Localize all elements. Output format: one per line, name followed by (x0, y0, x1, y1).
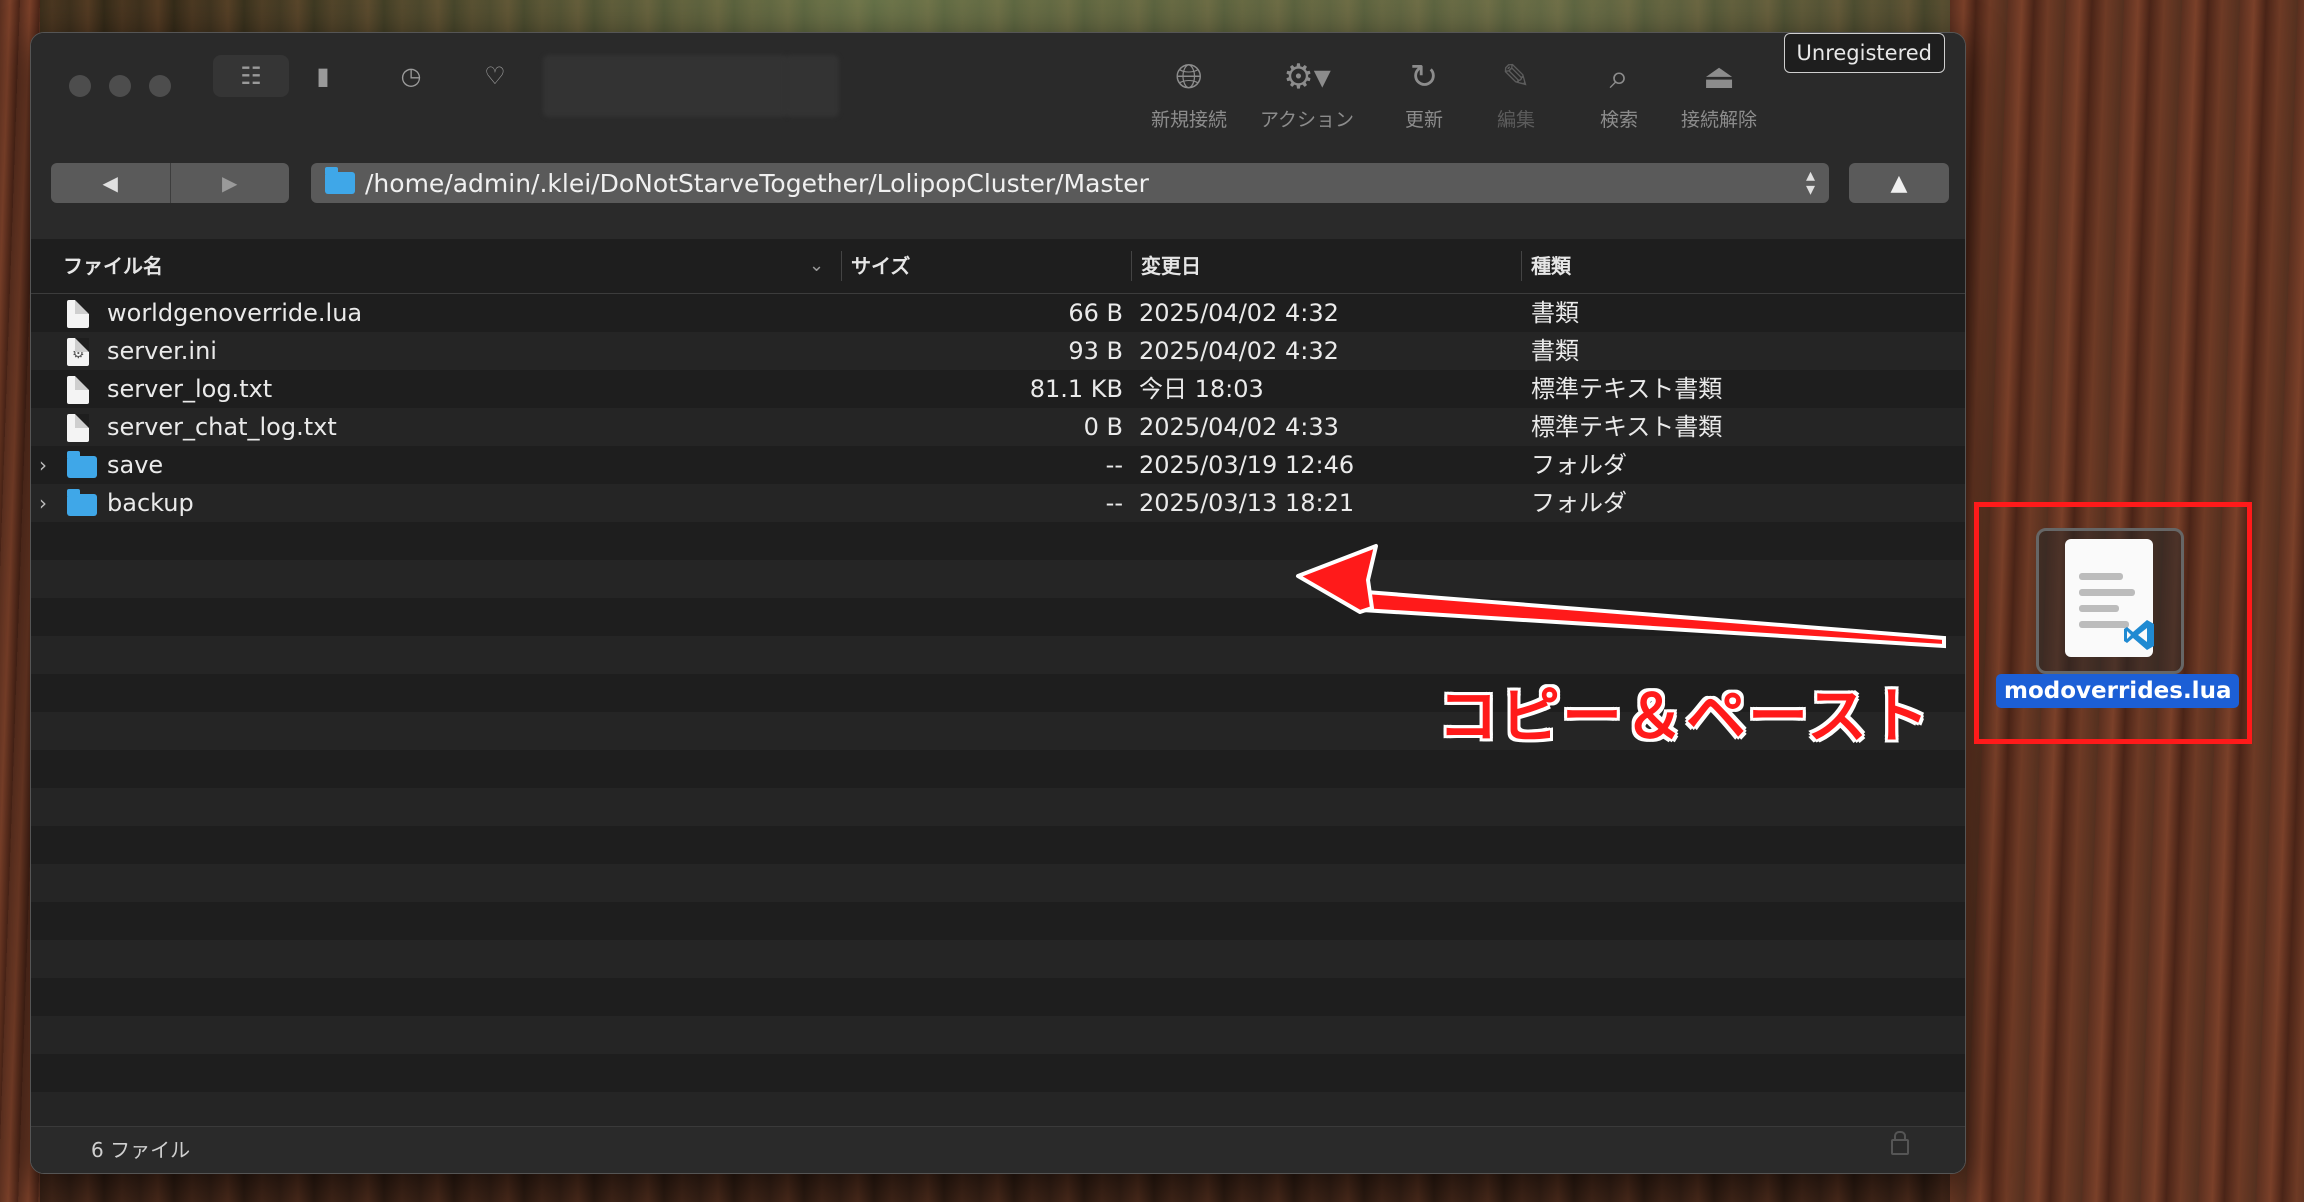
navigation-bar: ◀ ▶ /home/admin/.klei/DoNotStarveTogethe… (31, 143, 1965, 240)
file-kind: 書類 (1531, 337, 1579, 365)
back-button[interactable]: ◀ (51, 163, 170, 203)
config-file-icon: ⚙ (67, 338, 89, 366)
file-name: worldgenoverride.lua (107, 299, 363, 327)
folder-row-backup[interactable]: › backup -- 2025/03/13 18:21 フォルダ (31, 484, 1965, 522)
file-size: 93 B (1068, 337, 1123, 365)
current-path: /home/admin/.klei/DoNotStarveTogether/Lo… (365, 168, 1149, 198)
refresh-icon: ↻ (1409, 57, 1439, 97)
eject-icon: ⏏ (1702, 57, 1736, 97)
close-window-button[interactable] (69, 75, 91, 97)
edit-button[interactable]: ✎ 編集 (1466, 55, 1566, 132)
document-icon (67, 414, 89, 442)
forward-button[interactable]: ▶ (169, 163, 290, 203)
heart-icon: ♡ (484, 62, 506, 90)
file-kind: 書類 (1531, 299, 1579, 327)
lock-icon (1891, 1131, 1909, 1155)
clock-icon: ◷ (400, 62, 422, 90)
file-transfer-window: ☷ ▮ ◷ ♡ 🌐︎ 新規接続 ⚙︎▾ アクション ↻ 更新 ✎ 編集 ⌕ 検索… (30, 32, 1966, 1174)
file-name: server.ini (107, 337, 217, 365)
file-size: 81.1 KB (1029, 375, 1123, 403)
parent-folder-button[interactable]: ▲ (1849, 163, 1949, 203)
redacted-area (785, 55, 839, 117)
file-kind: 標準テキスト書類 (1531, 375, 1723, 403)
file-name: backup (107, 489, 194, 517)
file-size: -- (1105, 451, 1123, 479)
column-modified-header[interactable]: 変更日 (1141, 239, 1201, 293)
file-kind: フォルダ (1531, 489, 1627, 517)
search-button[interactable]: ⌕ 検索 (1569, 55, 1669, 132)
file-row-server-log[interactable]: server_log.txt 81.1 KB 今日 18:03 標準テキスト書類 (31, 370, 1965, 408)
file-name: save (107, 451, 164, 479)
unregistered-badge[interactable]: Unregistered (1783, 33, 1945, 73)
pencil-icon: ✎ (1501, 57, 1531, 97)
file-modified: 今日 18:03 (1139, 375, 1264, 403)
new-connection-button[interactable]: 🌐︎ 新規接続 (1139, 55, 1239, 132)
file-name: server_log.txt (107, 375, 273, 403)
file-row-server-chat-log[interactable]: server_chat_log.txt 0 B 2025/04/02 4:33 … (31, 408, 1965, 446)
folder-icon (67, 489, 97, 516)
column-divider[interactable] (841, 251, 842, 281)
column-name-header[interactable]: ファイル名 (63, 239, 163, 293)
gear-icon: ⚙︎▾ (1283, 57, 1331, 97)
file-name: server_chat_log.txt (107, 413, 337, 441)
document-icon (67, 376, 89, 404)
chevron-updown-icon: ▴ ▾ (1805, 165, 1815, 200)
document-icon (67, 300, 89, 328)
file-modified: 2025/03/19 12:46 (1139, 451, 1355, 479)
redacted-area (543, 55, 789, 117)
column-divider[interactable] (1521, 251, 1522, 281)
bonjour-button[interactable]: ♡ (473, 55, 517, 97)
sort-chevron-icon[interactable]: ⌄ (809, 239, 824, 293)
column-kind-header[interactable]: 種類 (1531, 239, 1571, 293)
file-size: 66 B (1068, 299, 1123, 327)
action-button[interactable]: ⚙︎▾ アクション (1257, 55, 1357, 132)
column-header: ファイル名 ⌄ サイズ 変更日 種類 (31, 239, 1965, 294)
search-icon: ⌕ (1609, 57, 1629, 97)
column-size-header[interactable]: サイズ (851, 239, 910, 293)
history-button[interactable]: ◷ (389, 55, 433, 97)
title-bar: ☷ ▮ ◷ ♡ 🌐︎ 新規接続 ⚙︎▾ アクション ↻ 更新 ✎ 編集 ⌕ 検索… (31, 33, 1965, 143)
file-list: worldgenoverride.lua 66 B 2025/04/02 4:3… (31, 294, 1965, 522)
file-kind: フォルダ (1531, 451, 1627, 479)
column-divider[interactable] (1131, 251, 1132, 281)
file-modified: 2025/04/02 4:32 (1139, 337, 1339, 365)
disclosure-chevron-icon[interactable]: › (39, 446, 47, 484)
folder-icon (325, 167, 355, 194)
globe-plus-icon: 🌐︎ (1175, 57, 1203, 97)
minimize-window-button[interactable] (109, 75, 131, 97)
file-modified: 2025/04/02 4:32 (1139, 299, 1339, 327)
refresh-button[interactable]: ↻ 更新 (1374, 55, 1474, 132)
file-size: -- (1105, 489, 1123, 517)
bookmark-icon: ▮ (316, 62, 330, 90)
up-arrow-icon: ▲ (1890, 170, 1908, 196)
file-modified: 2025/04/02 4:33 (1139, 413, 1339, 441)
file-kind: 標準テキスト書類 (1531, 413, 1723, 441)
zoom-window-button[interactable] (149, 75, 171, 97)
vscode-icon (2124, 620, 2154, 650)
bookmarks-button[interactable]: ▮ (301, 55, 345, 97)
disconnect-button[interactable]: ⏏ 接続解除 (1659, 55, 1779, 132)
annotation-label: コピー＆ペースト (1438, 682, 1931, 752)
file-row-worldgenoverride[interactable]: worldgenoverride.lua 66 B 2025/04/02 4:3… (31, 294, 1965, 332)
status-bar: 6 ファイル (31, 1126, 1965, 1173)
desktop-file-icon[interactable] (2036, 528, 2184, 674)
disclosure-chevron-icon[interactable]: › (39, 484, 47, 522)
path-popup[interactable]: /home/admin/.klei/DoNotStarveTogether/Lo… (311, 163, 1829, 203)
folder-row-save[interactable]: › save -- 2025/03/19 12:46 フォルダ (31, 446, 1965, 484)
back-arrow-icon: ◀ (102, 171, 118, 195)
file-size: 0 B (1083, 413, 1123, 441)
file-count: 6 ファイル (91, 1138, 191, 1162)
empty-list-area[interactable] (31, 522, 1965, 1166)
outline-icon: ☷ (240, 62, 262, 90)
toggle-sidebar-button[interactable]: ☷ (213, 55, 289, 97)
file-modified: 2025/03/13 18:21 (1139, 489, 1355, 517)
folder-icon (67, 451, 97, 478)
file-row-server-ini[interactable]: ⚙ server.ini 93 B 2025/04/02 4:32 書類 (31, 332, 1965, 370)
desktop-file-name[interactable]: modoverrides.lua (1996, 674, 2240, 708)
back-forward-control: ◀ ▶ (51, 163, 289, 203)
forward-arrow-icon: ▶ (222, 171, 238, 195)
